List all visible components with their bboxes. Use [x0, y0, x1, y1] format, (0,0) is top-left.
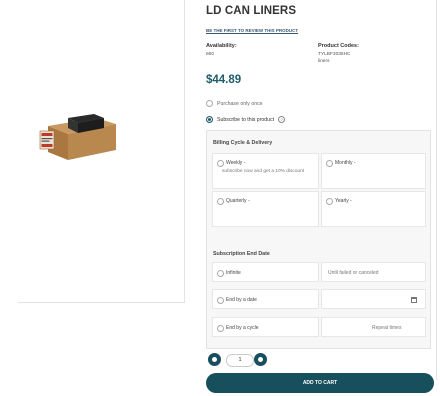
end-by-cycle-label: End by a cycle — [226, 325, 259, 331]
product-box-image — [38, 104, 122, 162]
infinite-note-field: Until failed or canceled — [321, 262, 426, 282]
purchase-once-option[interactable]: Purchase only once — [206, 100, 263, 107]
add-to-cart-button[interactable]: ADD TO CART — [206, 373, 434, 393]
end-by-date-label: End by a date — [226, 297, 257, 303]
yearly-label: Yearly - — [335, 198, 352, 204]
billing-cycle-title: Billing Cycle & Delivery — [213, 140, 273, 146]
quarterly-label: Quarterly - — [226, 198, 250, 204]
end-date-input[interactable] — [321, 289, 426, 309]
info-icon[interactable]: ? — [278, 116, 286, 123]
product-code-category: liners — [318, 59, 330, 64]
billing-weekly-option[interactable]: Weekly - subscribe now and get a 10% dis… — [212, 153, 319, 189]
weekly-radio[interactable] — [217, 160, 224, 167]
infinite-label: Infinite — [226, 270, 241, 276]
billing-monthly-option[interactable]: Monthly - — [321, 153, 426, 189]
infinite-radio[interactable] — [217, 270, 224, 277]
subscription-panel: Billing Cycle & Delivery Weekly - subscr… — [206, 130, 431, 349]
purchase-once-label: Purchase only once — [217, 100, 263, 107]
availability-value: 860 — [206, 52, 215, 57]
monthly-label: Monthly - — [335, 160, 356, 166]
repeat-times-input[interactable]: Repeat times — [321, 317, 426, 337]
repeat-times-placeholder: Repeat times — [372, 325, 402, 331]
subscribe-radio[interactable] — [206, 116, 213, 123]
billing-yearly-option[interactable]: Yearly - — [321, 191, 426, 227]
subscription-end-title: Subscription End Date — [213, 251, 270, 257]
product-image-panel — [18, 0, 185, 303]
quantity-decrease-button[interactable] — [208, 353, 221, 366]
quarterly-radio[interactable] — [217, 198, 224, 205]
product-title: LD CAN LINERS — [206, 5, 297, 17]
infinite-note: Until failed or canceled — [328, 270, 379, 276]
weekly-discount-note: subscribe now and get a 10% discount — [222, 169, 305, 174]
review-link[interactable]: BE THE FIRST TO REVIEW THIS PRODUCT — [206, 28, 298, 33]
yearly-radio[interactable] — [326, 198, 333, 205]
end-by-cycle-option[interactable]: End by a cycle — [212, 317, 319, 337]
billing-quarterly-option[interactable]: Quarterly - — [212, 191, 319, 227]
box-icon — [39, 114, 116, 160]
subscribe-label: Subscribe to this product — [217, 116, 275, 123]
subscribe-option[interactable]: Subscribe to this product ? — [206, 116, 286, 123]
end-by-date-radio[interactable] — [217, 297, 224, 304]
page-border-right — [436, 0, 437, 380]
product-price: $44.89 — [206, 74, 242, 86]
product-code-value: TYLBF3036HC — [318, 52, 351, 57]
monthly-radio[interactable] — [326, 160, 333, 167]
end-infinite-option[interactable]: Infinite — [212, 262, 319, 282]
quantity-input[interactable]: 1 — [226, 354, 254, 367]
weekly-label: Weekly - — [226, 160, 246, 166]
calendar-icon[interactable] — [411, 297, 417, 303]
availability-label: Availability: — [206, 43, 237, 49]
quantity-increase-button[interactable] — [254, 353, 267, 366]
end-by-cycle-radio[interactable] — [217, 325, 224, 332]
purchase-once-radio[interactable] — [206, 100, 213, 107]
end-by-date-option[interactable]: End by a date — [212, 289, 319, 309]
product-codes-label: Product Codes: — [318, 43, 359, 49]
